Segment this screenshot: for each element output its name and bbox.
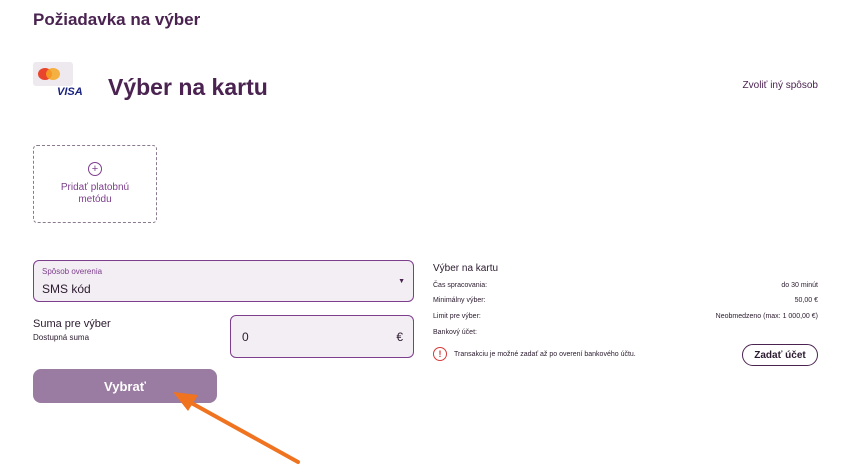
add-payment-method-button[interactable]: + Pridať platobnú metódu [33,145,157,223]
info-row: Minimálny výber: 50,00 € [433,297,818,304]
plus-circle-icon: + [88,162,102,176]
chevron-down-icon: ▼ [398,278,405,285]
method-title: Výber na kartu [108,74,268,100]
info-row: Bankový účet: [433,329,818,336]
info-row-label: Minimálny výber: [433,297,486,304]
visa-logo: VISA [57,86,83,98]
warning-icon: ! [433,347,447,361]
info-row-label: Bankový účet: [433,329,477,336]
info-row: Limit pre výber: Neobmedzeno (max: 1 000… [433,313,818,320]
enter-account-button[interactable]: Zadať účet [742,344,818,366]
verification-method-value: SMS kód [42,282,91,296]
verification-method-select[interactable]: Spôsob overenia SMS kód ▼ [33,260,414,302]
info-row-label: Čas spracovania: [433,282,488,289]
info-row-label: Limit pre výber: [433,313,481,320]
currency-symbol: € [396,330,403,344]
warning-text: Transakciu je možné zadať až po overení … [454,351,636,358]
info-row-value: Neobmedzeno (max: 1 000,00 €) [715,313,818,320]
add-payment-method-label: Pridať platobnú metódu [60,182,130,205]
amount-value: 0 [242,330,249,344]
amount-label: Suma pre výber [33,318,111,330]
info-row-value: 50,00 € [794,297,818,304]
info-row-value: do 30 minút [781,282,818,289]
info-title: Výber na kartu [433,263,499,274]
verification-method-label: Spôsob overenia [42,267,103,276]
available-amount-label: Dostupná suma [33,333,90,342]
change-method-link[interactable]: Zvoliť iný spôsob [743,80,818,91]
info-row: Čas spracovania: do 30 minút [433,282,818,289]
amount-input[interactable]: 0 € [230,315,414,358]
card-logo: VISA [33,62,83,100]
mastercard-icon [33,62,73,86]
withdraw-button[interactable]: Vybrať [33,369,217,403]
page-title: Požiadavka na výber [33,10,201,29]
